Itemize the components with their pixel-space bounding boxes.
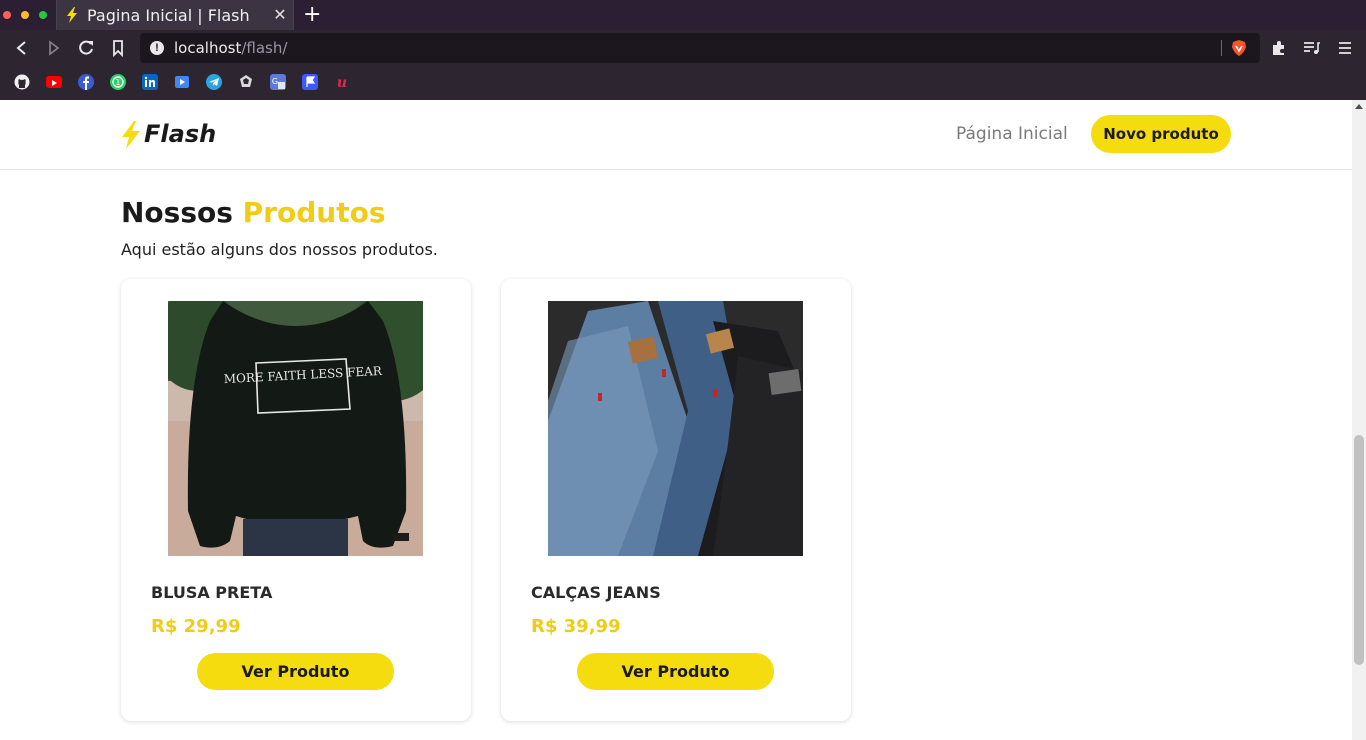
bolt-icon	[67, 7, 77, 23]
bolt-icon	[122, 121, 140, 149]
github-icon[interactable]	[14, 74, 30, 90]
product-card: CALÇAS JEANS R$ 39,99 Ver Produto	[501, 279, 851, 721]
extensions-icon[interactable]	[1270, 39, 1288, 57]
folded-jeans-image	[548, 301, 803, 556]
flag-icon[interactable]	[302, 74, 318, 90]
menu-icon[interactable]	[1336, 39, 1354, 57]
svg-text:G: G	[272, 77, 278, 86]
scroll-up-icon[interactable]	[1355, 104, 1363, 109]
url-text: localhost/flash/	[174, 39, 288, 57]
linkedin-icon[interactable]	[142, 74, 158, 90]
video-icon[interactable]	[174, 74, 190, 90]
playlist-icon[interactable]	[1302, 39, 1320, 57]
page-scrollbar[interactable]	[1352, 100, 1366, 740]
scrollbar-thumb[interactable]	[1354, 435, 1364, 665]
whatsapp-icon[interactable]: 1	[110, 74, 126, 90]
youtube-icon[interactable]	[46, 76, 62, 88]
back-icon[interactable]	[12, 38, 32, 58]
bookmark-icon[interactable]	[108, 38, 128, 58]
black-sweatshirt-image: MORE FAITH LESS FEAR	[168, 301, 423, 556]
product-price: R$ 39,99	[531, 616, 621, 637]
section-title-accent: Produtos	[242, 196, 386, 229]
view-product-button[interactable]: Ver Produto	[197, 653, 394, 690]
unbounce-icon[interactable]: u	[334, 74, 350, 91]
translate-icon[interactable]: G	[270, 74, 286, 90]
nav-link-home[interactable]: Página Inicial	[956, 124, 1068, 144]
tab-close-icon[interactable]: ✕	[273, 6, 287, 24]
product-image[interactable]: MORE FAITH LESS FEAR	[168, 301, 423, 556]
product-image[interactable]	[548, 301, 803, 556]
address-bar[interactable]: ! localhost/flash/	[140, 33, 1260, 63]
facebook-icon[interactable]	[78, 74, 94, 90]
svg-text:1: 1	[115, 78, 120, 87]
minimize-window-button[interactable]	[21, 11, 29, 19]
brave-shield-icon[interactable]	[1230, 39, 1248, 57]
product-name: CALÇAS JEANS	[531, 583, 661, 602]
section-subtitle: Aqui estão alguns dos nossos produtos.	[121, 240, 438, 259]
tab-title: Pagina Inicial | Flash	[87, 6, 250, 25]
new-tab-button[interactable]: +	[303, 4, 321, 26]
site-info-icon[interactable]: !	[150, 41, 164, 55]
section-title: Nossos Produtos	[121, 196, 386, 229]
bookmarks-bar: 1 G u	[0, 66, 1366, 100]
close-window-button[interactable]	[3, 11, 11, 19]
url-divider	[1221, 40, 1222, 56]
maximize-window-button[interactable]	[39, 11, 47, 19]
view-product-button[interactable]: Ver Produto	[577, 653, 774, 690]
gem-icon[interactable]	[238, 74, 254, 90]
product-price: R$ 29,99	[151, 616, 241, 637]
browser-toolbar: ! localhost/flash/	[0, 30, 1366, 66]
browser-tab-bar: Pagina Inicial | Flash ✕ +	[0, 0, 1366, 30]
new-product-button[interactable]: Novo produto	[1091, 115, 1231, 153]
telegram-icon[interactable]	[206, 74, 222, 90]
page-viewport: Flash Página Inicial Novo produto Nossos…	[0, 100, 1352, 740]
browser-tab[interactable]: Pagina Inicial | Flash ✕	[56, 0, 294, 30]
product-name: BLUSA PRETA	[151, 583, 273, 602]
product-card: MORE FAITH LESS FEAR BLUSA PRETA R$ 29,9…	[121, 279, 471, 721]
reload-icon[interactable]	[76, 38, 96, 58]
svg-text:u: u	[337, 75, 347, 90]
site-header: Flash Página Inicial Novo produto	[0, 100, 1352, 170]
forward-icon[interactable]	[44, 38, 64, 58]
logo-text: Flash	[144, 120, 217, 148]
